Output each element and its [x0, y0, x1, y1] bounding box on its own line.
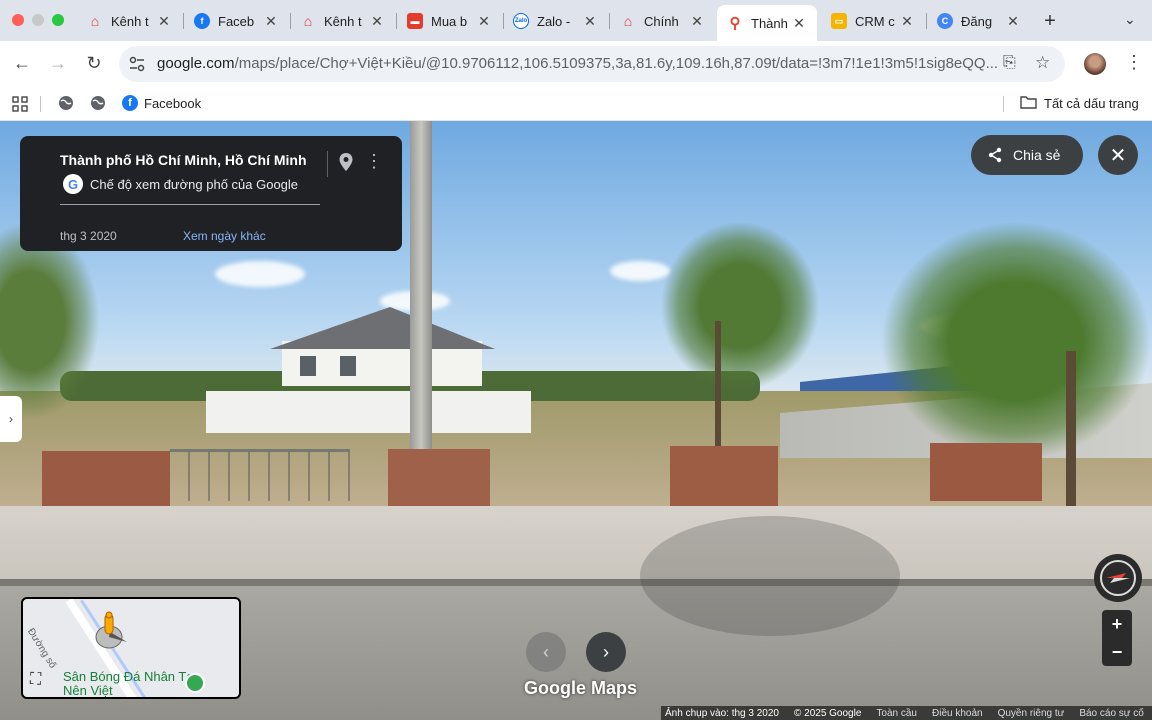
- crm-icon: ▭: [831, 13, 847, 29]
- close-tab-icon[interactable]: ✕: [1005, 13, 1021, 30]
- browser-toolbar: ← → ↻ google.com/maps/place/Chợ+Việt+Kiề…: [0, 41, 1152, 87]
- copyright: © 2025 Google: [793, 707, 862, 719]
- red-chevron-icon: ⌂: [303, 13, 313, 29]
- street-view-label: Chế độ xem đường phố của Google: [90, 177, 299, 192]
- privacy-link[interactable]: Quyền riêng tư: [998, 708, 1065, 719]
- expand-map-icon[interactable]: ⛶: [30, 671, 52, 693]
- zoom-in-button[interactable]: +: [1102, 610, 1132, 638]
- place-label[interactable]: Sân Bóng Đá Nhân Tạo Nên Việt: [63, 670, 203, 698]
- profile-avatar[interactable]: [1084, 53, 1106, 75]
- location-info-card: Thành phố Hồ Chí Minh, Hồ Chí Minh ⋮ G C…: [20, 136, 402, 251]
- capture-date: thg 3 2020: [60, 229, 117, 243]
- reload-button[interactable]: ↻: [83, 53, 105, 74]
- forward-button[interactable]: →: [47, 53, 69, 74]
- new-tab-button[interactable]: +: [1041, 10, 1059, 33]
- browser-menu-icon[interactable]: ⋮: [1125, 52, 1143, 73]
- compass-icon: [1100, 560, 1136, 596]
- brick-pillar: [930, 443, 1042, 501]
- terms-link[interactable]: Điều khoản: [932, 708, 983, 719]
- close-icon: ✕: [1109, 144, 1127, 167]
- location-title: Thành phố Hồ Chí Minh, Hồ Chí Minh: [60, 152, 307, 168]
- apps-grid-icon[interactable]: [12, 96, 28, 112]
- minimize-window-button[interactable]: [32, 14, 44, 26]
- facebook-icon: f: [122, 95, 138, 111]
- close-window-button[interactable]: [12, 14, 24, 26]
- site-settings-icon[interactable]: [129, 56, 145, 72]
- google-maps-logo: Google Maps: [524, 678, 638, 698]
- maximize-window-button[interactable]: [52, 14, 64, 26]
- zalo-icon: Zalo: [513, 13, 529, 29]
- place-pin-icon[interactable]: [185, 673, 205, 693]
- tab-strip: ⌂ Kênh t ✕ f Faceb ✕ ⌂ Kênh t ✕ ▬ Mua b …: [0, 0, 1152, 41]
- install-app-icon[interactable]: ⎘: [1003, 54, 1016, 72]
- global-link[interactable]: Toàn cầu: [876, 708, 917, 719]
- next-arrow-button[interactable]: ›: [586, 632, 626, 672]
- previous-arrow-button[interactable]: ‹: [526, 632, 566, 672]
- red-chevron-icon: ⌂: [90, 13, 100, 29]
- brick-pillar: [670, 446, 778, 510]
- tab[interactable]: ⌂ Kênh t ✕: [77, 7, 182, 35]
- close-street-view-button[interactable]: ✕: [1098, 135, 1138, 175]
- capture-date-footer: Ảnh chụp vào: thg 3 2020: [665, 707, 779, 719]
- street-label: Đường số: [24, 626, 59, 671]
- tab[interactable]: ⌂ Kênh t ✕: [290, 7, 395, 35]
- share-button[interactable]: Chia sẻ: [971, 135, 1083, 175]
- tab[interactable]: f Faceb ✕: [184, 7, 289, 35]
- chrome-c-icon: C: [937, 13, 953, 29]
- tree: [660, 221, 820, 391]
- tab[interactable]: ⌂ Chính ✕: [610, 7, 715, 35]
- tab-search-chevron-icon[interactable]: ⌄: [1124, 11, 1136, 28]
- attribution-bar: Ảnh chụp vào: thg 3 2020 © 2025 Google T…: [661, 706, 1152, 720]
- globe-bookmark-icon[interactable]: [90, 95, 106, 111]
- bookmarks-bar: f Facebook Tất cả dấu trang: [0, 87, 1152, 121]
- bookmark-divider: [1003, 96, 1004, 112]
- close-tab-icon[interactable]: ✕: [476, 13, 492, 30]
- address-bar[interactable]: google.com/maps/place/Chợ+Việt+Kiều/@10.…: [119, 46, 1065, 82]
- see-other-dates-link[interactable]: Xem ngày khác: [183, 229, 266, 243]
- tab[interactable]: ▭ CRM c ✕: [821, 7, 925, 35]
- zoom-control: + −: [1102, 610, 1132, 666]
- tab[interactable]: C Đăng ✕: [927, 7, 1031, 35]
- close-tab-icon[interactable]: ✕: [689, 13, 705, 30]
- white-wall: [206, 391, 531, 433]
- pegman-icon: [93, 611, 129, 656]
- close-tab-icon[interactable]: ✕: [582, 13, 598, 30]
- chevron-right-icon: ›: [9, 412, 13, 426]
- bookmark-star-icon[interactable]: ☆: [1035, 53, 1050, 73]
- tree: [880, 221, 1152, 461]
- google-maps-pin-icon: ⚲: [729, 15, 741, 32]
- close-tab-icon[interactable]: ✕: [263, 13, 279, 30]
- bookmark-divider: [40, 96, 41, 112]
- close-tab-icon[interactable]: ✕: [156, 13, 172, 30]
- compass-control[interactable]: [1094, 554, 1142, 602]
- back-button[interactable]: ←: [11, 53, 33, 74]
- tab-active[interactable]: ⚲ Thành ✕: [717, 5, 817, 41]
- street-view-panorama[interactable]: Thành phố Hồ Chí Minh, Hồ Chí Minh ⋮ G C…: [0, 121, 1152, 720]
- bookmark-facebook[interactable]: f Facebook: [122, 95, 201, 111]
- facebook-icon: f: [194, 13, 210, 29]
- close-tab-icon[interactable]: ✕: [791, 15, 807, 32]
- globe-bookmark-icon[interactable]: [58, 95, 74, 111]
- chotot-icon: ▬: [407, 13, 423, 29]
- red-chevron-icon: ⌂: [623, 13, 633, 29]
- share-icon: [988, 147, 1002, 163]
- report-problem-link[interactable]: Báo cáo sự cố: [1079, 708, 1144, 719]
- google-logo-icon: G: [63, 174, 83, 194]
- close-tab-icon[interactable]: ✕: [369, 13, 385, 30]
- tab[interactable]: ▬ Mua b ✕: [397, 7, 502, 35]
- more-options-icon[interactable]: ⋮: [365, 151, 383, 172]
- minimap[interactable]: Đường số Sân Bóng Đá Nhân Tạo Nên Việt ⛶: [21, 597, 241, 699]
- map-pin-icon[interactable]: [338, 152, 354, 177]
- url-text[interactable]: google.com/maps/place/Chợ+Việt+Kiều/@10.…: [157, 55, 997, 72]
- expand-panel-button[interactable]: ›: [0, 396, 22, 442]
- tab[interactable]: Zalo Zalo - ✕: [503, 7, 608, 35]
- all-bookmarks-button[interactable]: Tất cả dấu trang: [1020, 95, 1139, 112]
- zoom-out-button[interactable]: −: [1102, 638, 1132, 666]
- folder-icon: [1020, 95, 1037, 112]
- close-tab-icon[interactable]: ✕: [899, 13, 915, 30]
- tree: [0, 221, 100, 421]
